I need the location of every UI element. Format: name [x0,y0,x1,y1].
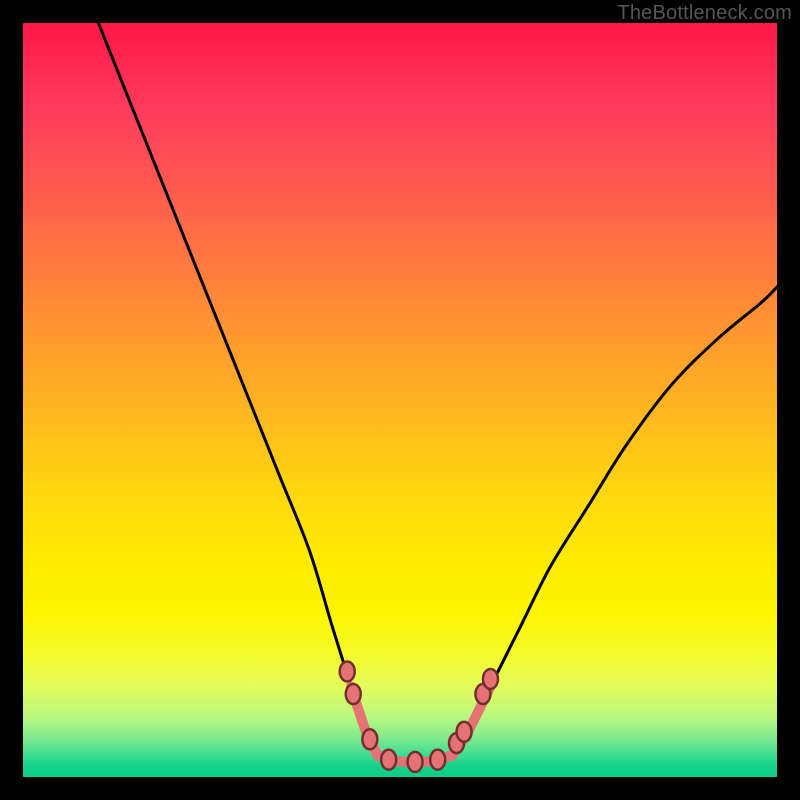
marker-right-lower-b [457,722,472,742]
marker-floor-mid [408,752,423,772]
chart-svg [23,23,777,777]
marker-floor-left [381,750,396,770]
chart-container: TheBottleneck.com [0,0,800,800]
plot-area [23,23,777,777]
marker-left-upper-pair-b [346,684,361,704]
curve-left-arm [98,23,377,754]
marker-floor-right [430,750,445,770]
watermark-text: TheBottleneck.com [617,2,792,25]
marker-left-upper-pair-a [340,661,355,681]
marker-left-lower [362,729,377,749]
curve-right-arm [453,287,777,754]
marker-right-upper-b [483,669,498,689]
